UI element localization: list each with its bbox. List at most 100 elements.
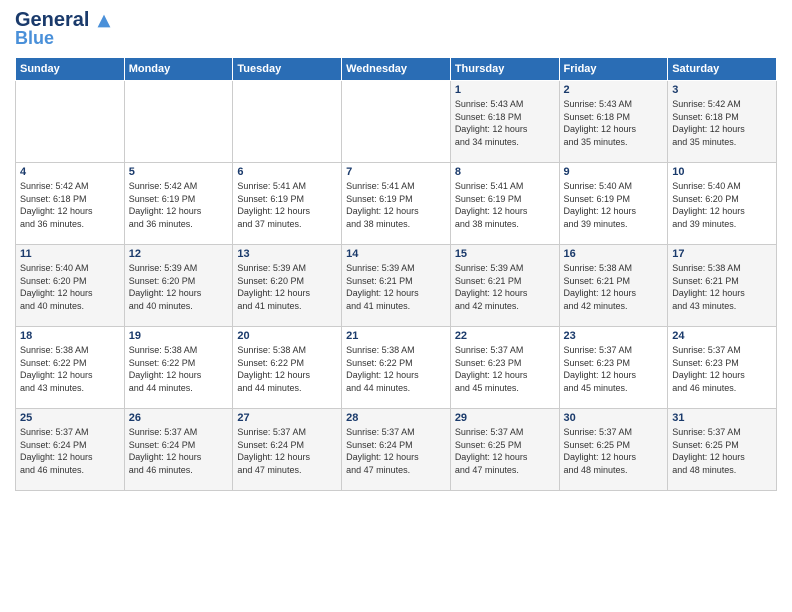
week-row-4: 18 Sunrise: 5:38 AM Sunset: 6:22 PM Dayli… (16, 327, 777, 409)
weekday-wednesday: Wednesday (342, 58, 451, 81)
day-info: Sunrise: 5:43 AM Sunset: 6:18 PM Dayligh… (455, 98, 555, 148)
day-info: Sunrise: 5:39 AM Sunset: 6:20 PM Dayligh… (129, 262, 229, 312)
day-info: Sunrise: 5:42 AM Sunset: 6:18 PM Dayligh… (672, 98, 772, 148)
week-row-5: 25 Sunrise: 5:37 AM Sunset: 6:24 PM Dayli… (16, 409, 777, 491)
day-cell: 31 Sunrise: 5:37 AM Sunset: 6:25 PM Dayli… (668, 409, 777, 491)
day-number: 5 (129, 166, 229, 178)
day-number: 27 (237, 412, 337, 424)
day-cell: 24 Sunrise: 5:37 AM Sunset: 6:23 PM Dayli… (668, 327, 777, 409)
day-info: Sunrise: 5:42 AM Sunset: 6:18 PM Dayligh… (20, 180, 120, 230)
day-info: Sunrise: 5:38 AM Sunset: 6:22 PM Dayligh… (237, 344, 337, 394)
day-info: Sunrise: 5:37 AM Sunset: 6:23 PM Dayligh… (672, 344, 772, 394)
day-number: 26 (129, 412, 229, 424)
day-info: Sunrise: 5:38 AM Sunset: 6:22 PM Dayligh… (129, 344, 229, 394)
day-cell: 13Sunrise: 5:39 AM Sunset: 6:20 PM Dayli… (233, 245, 342, 327)
day-cell: 10 Sunrise: 5:40 AM Sunset: 6:20 PM Dayli… (668, 163, 777, 245)
logo: General Blue (15, 10, 113, 49)
day-number: 4 (20, 166, 120, 178)
day-cell: 18 Sunrise: 5:38 AM Sunset: 6:22 PM Dayli… (16, 327, 125, 409)
day-info: Sunrise: 5:38 AM Sunset: 6:22 PM Dayligh… (346, 344, 446, 394)
day-cell: 30Sunrise: 5:37 AM Sunset: 6:25 PM Dayli… (559, 409, 668, 491)
day-cell: 28 Sunrise: 5:37 AM Sunset: 6:24 PM Dayli… (342, 409, 451, 491)
page: General Blue SundayMondayTuesdayWednesda… (0, 0, 792, 612)
day-number: 24 (672, 330, 772, 342)
day-info: Sunrise: 5:41 AM Sunset: 6:19 PM Dayligh… (346, 180, 446, 230)
day-info: Sunrise: 5:41 AM Sunset: 6:19 PM Dayligh… (237, 180, 337, 230)
day-cell: 9 Sunrise: 5:40 AM Sunset: 6:19 PM Daylig… (559, 163, 668, 245)
day-number: 25 (20, 412, 120, 424)
day-cell: 27 Sunrise: 5:37 AM Sunset: 6:24 PM Dayli… (233, 409, 342, 491)
weekday-tuesday: Tuesday (233, 58, 342, 81)
day-cell: 16 Sunrise: 5:38 AM Sunset: 6:21 PM Dayli… (559, 245, 668, 327)
week-row-1: 1 Sunrise: 5:43 AM Sunset: 6:18 PM Daylig… (16, 81, 777, 163)
day-info: Sunrise: 5:38 AM Sunset: 6:21 PM Dayligh… (564, 262, 664, 312)
day-number: 6 (237, 166, 337, 178)
calendar: SundayMondayTuesdayWednesdayThursdayFrid… (15, 57, 777, 491)
day-number: 30 (564, 412, 664, 424)
header: General Blue (15, 10, 777, 49)
day-number: 28 (346, 412, 446, 424)
day-number: 17 (672, 248, 772, 260)
day-number: 29 (455, 412, 555, 424)
day-info: Sunrise: 5:40 AM Sunset: 6:19 PM Dayligh… (564, 180, 664, 230)
day-number: 15 (455, 248, 555, 260)
day-cell: 22 Sunrise: 5:37 AM Sunset: 6:23 PM Dayli… (450, 327, 559, 409)
day-cell: 12 Sunrise: 5:39 AM Sunset: 6:20 PM Dayli… (124, 245, 233, 327)
day-cell: 15 Sunrise: 5:39 AM Sunset: 6:21 PM Dayli… (450, 245, 559, 327)
day-number: 22 (455, 330, 555, 342)
weekday-friday: Friday (559, 58, 668, 81)
day-info: Sunrise: 5:40 AM Sunset: 6:20 PM Dayligh… (20, 262, 120, 312)
day-cell: 4 Sunrise: 5:42 AM Sunset: 6:18 PM Daylig… (16, 163, 125, 245)
day-number: 16 (564, 248, 664, 260)
week-row-2: 4 Sunrise: 5:42 AM Sunset: 6:18 PM Daylig… (16, 163, 777, 245)
day-info: Sunrise: 5:39 AM Sunset: 6:21 PM Dayligh… (455, 262, 555, 312)
weekday-thursday: Thursday (450, 58, 559, 81)
day-cell (16, 81, 125, 163)
day-number: 9 (564, 166, 664, 178)
day-cell: 14Sunrise: 5:39 AM Sunset: 6:21 PM Dayli… (342, 245, 451, 327)
day-cell: 20Sunrise: 5:38 AM Sunset: 6:22 PM Dayli… (233, 327, 342, 409)
day-info: Sunrise: 5:37 AM Sunset: 6:25 PM Dayligh… (455, 426, 555, 476)
day-cell: 2 Sunrise: 5:43 AM Sunset: 6:18 PM Daylig… (559, 81, 668, 163)
day-number: 18 (20, 330, 120, 342)
day-number: 12 (129, 248, 229, 260)
weekday-monday: Monday (124, 58, 233, 81)
day-number: 8 (455, 166, 555, 178)
weekday-saturday: Saturday (668, 58, 777, 81)
day-number: 19 (129, 330, 229, 342)
day-cell: 17 Sunrise: 5:38 AM Sunset: 6:21 PM Dayli… (668, 245, 777, 327)
day-cell: 3 Sunrise: 5:42 AM Sunset: 6:18 PM Daylig… (668, 81, 777, 163)
day-cell: 26 Sunrise: 5:37 AM Sunset: 6:24 PM Dayli… (124, 409, 233, 491)
day-info: Sunrise: 5:38 AM Sunset: 6:21 PM Dayligh… (672, 262, 772, 312)
day-number: 23 (564, 330, 664, 342)
day-number: 10 (672, 166, 772, 178)
day-info: Sunrise: 5:37 AM Sunset: 6:23 PM Dayligh… (455, 344, 555, 394)
day-cell: 1 Sunrise: 5:43 AM Sunset: 6:18 PM Daylig… (450, 81, 559, 163)
day-number: 13 (237, 248, 337, 260)
day-info: Sunrise: 5:37 AM Sunset: 6:24 PM Dayligh… (346, 426, 446, 476)
day-info: Sunrise: 5:40 AM Sunset: 6:20 PM Dayligh… (672, 180, 772, 230)
day-cell: 21 Sunrise: 5:38 AM Sunset: 6:22 PM Dayli… (342, 327, 451, 409)
day-info: Sunrise: 5:37 AM Sunset: 6:24 PM Dayligh… (129, 426, 229, 476)
day-number: 3 (672, 84, 772, 96)
day-info: Sunrise: 5:39 AM Sunset: 6:21 PM Dayligh… (346, 262, 446, 312)
day-cell (233, 81, 342, 163)
day-info: Sunrise: 5:37 AM Sunset: 6:24 PM Dayligh… (237, 426, 337, 476)
day-number: 1 (455, 84, 555, 96)
day-cell: 11 Sunrise: 5:40 AM Sunset: 6:20 PM Dayli… (16, 245, 125, 327)
day-number: 21 (346, 330, 446, 342)
weekday-sunday: Sunday (16, 58, 125, 81)
day-info: Sunrise: 5:37 AM Sunset: 6:25 PM Dayligh… (672, 426, 772, 476)
day-info: Sunrise: 5:43 AM Sunset: 6:18 PM Dayligh… (564, 98, 664, 148)
day-number: 2 (564, 84, 664, 96)
day-cell: 25Sunrise: 5:37 AM Sunset: 6:24 PM Dayli… (16, 409, 125, 491)
day-info: Sunrise: 5:41 AM Sunset: 6:19 PM Dayligh… (455, 180, 555, 230)
day-cell (124, 81, 233, 163)
day-number: 31 (672, 412, 772, 424)
day-number: 11 (20, 248, 120, 260)
day-info: Sunrise: 5:37 AM Sunset: 6:23 PM Dayligh… (564, 344, 664, 394)
day-info: Sunrise: 5:38 AM Sunset: 6:22 PM Dayligh… (20, 344, 120, 394)
day-cell (342, 81, 451, 163)
day-info: Sunrise: 5:42 AM Sunset: 6:19 PM Dayligh… (129, 180, 229, 230)
day-cell: 29 Sunrise: 5:37 AM Sunset: 6:25 PM Dayli… (450, 409, 559, 491)
